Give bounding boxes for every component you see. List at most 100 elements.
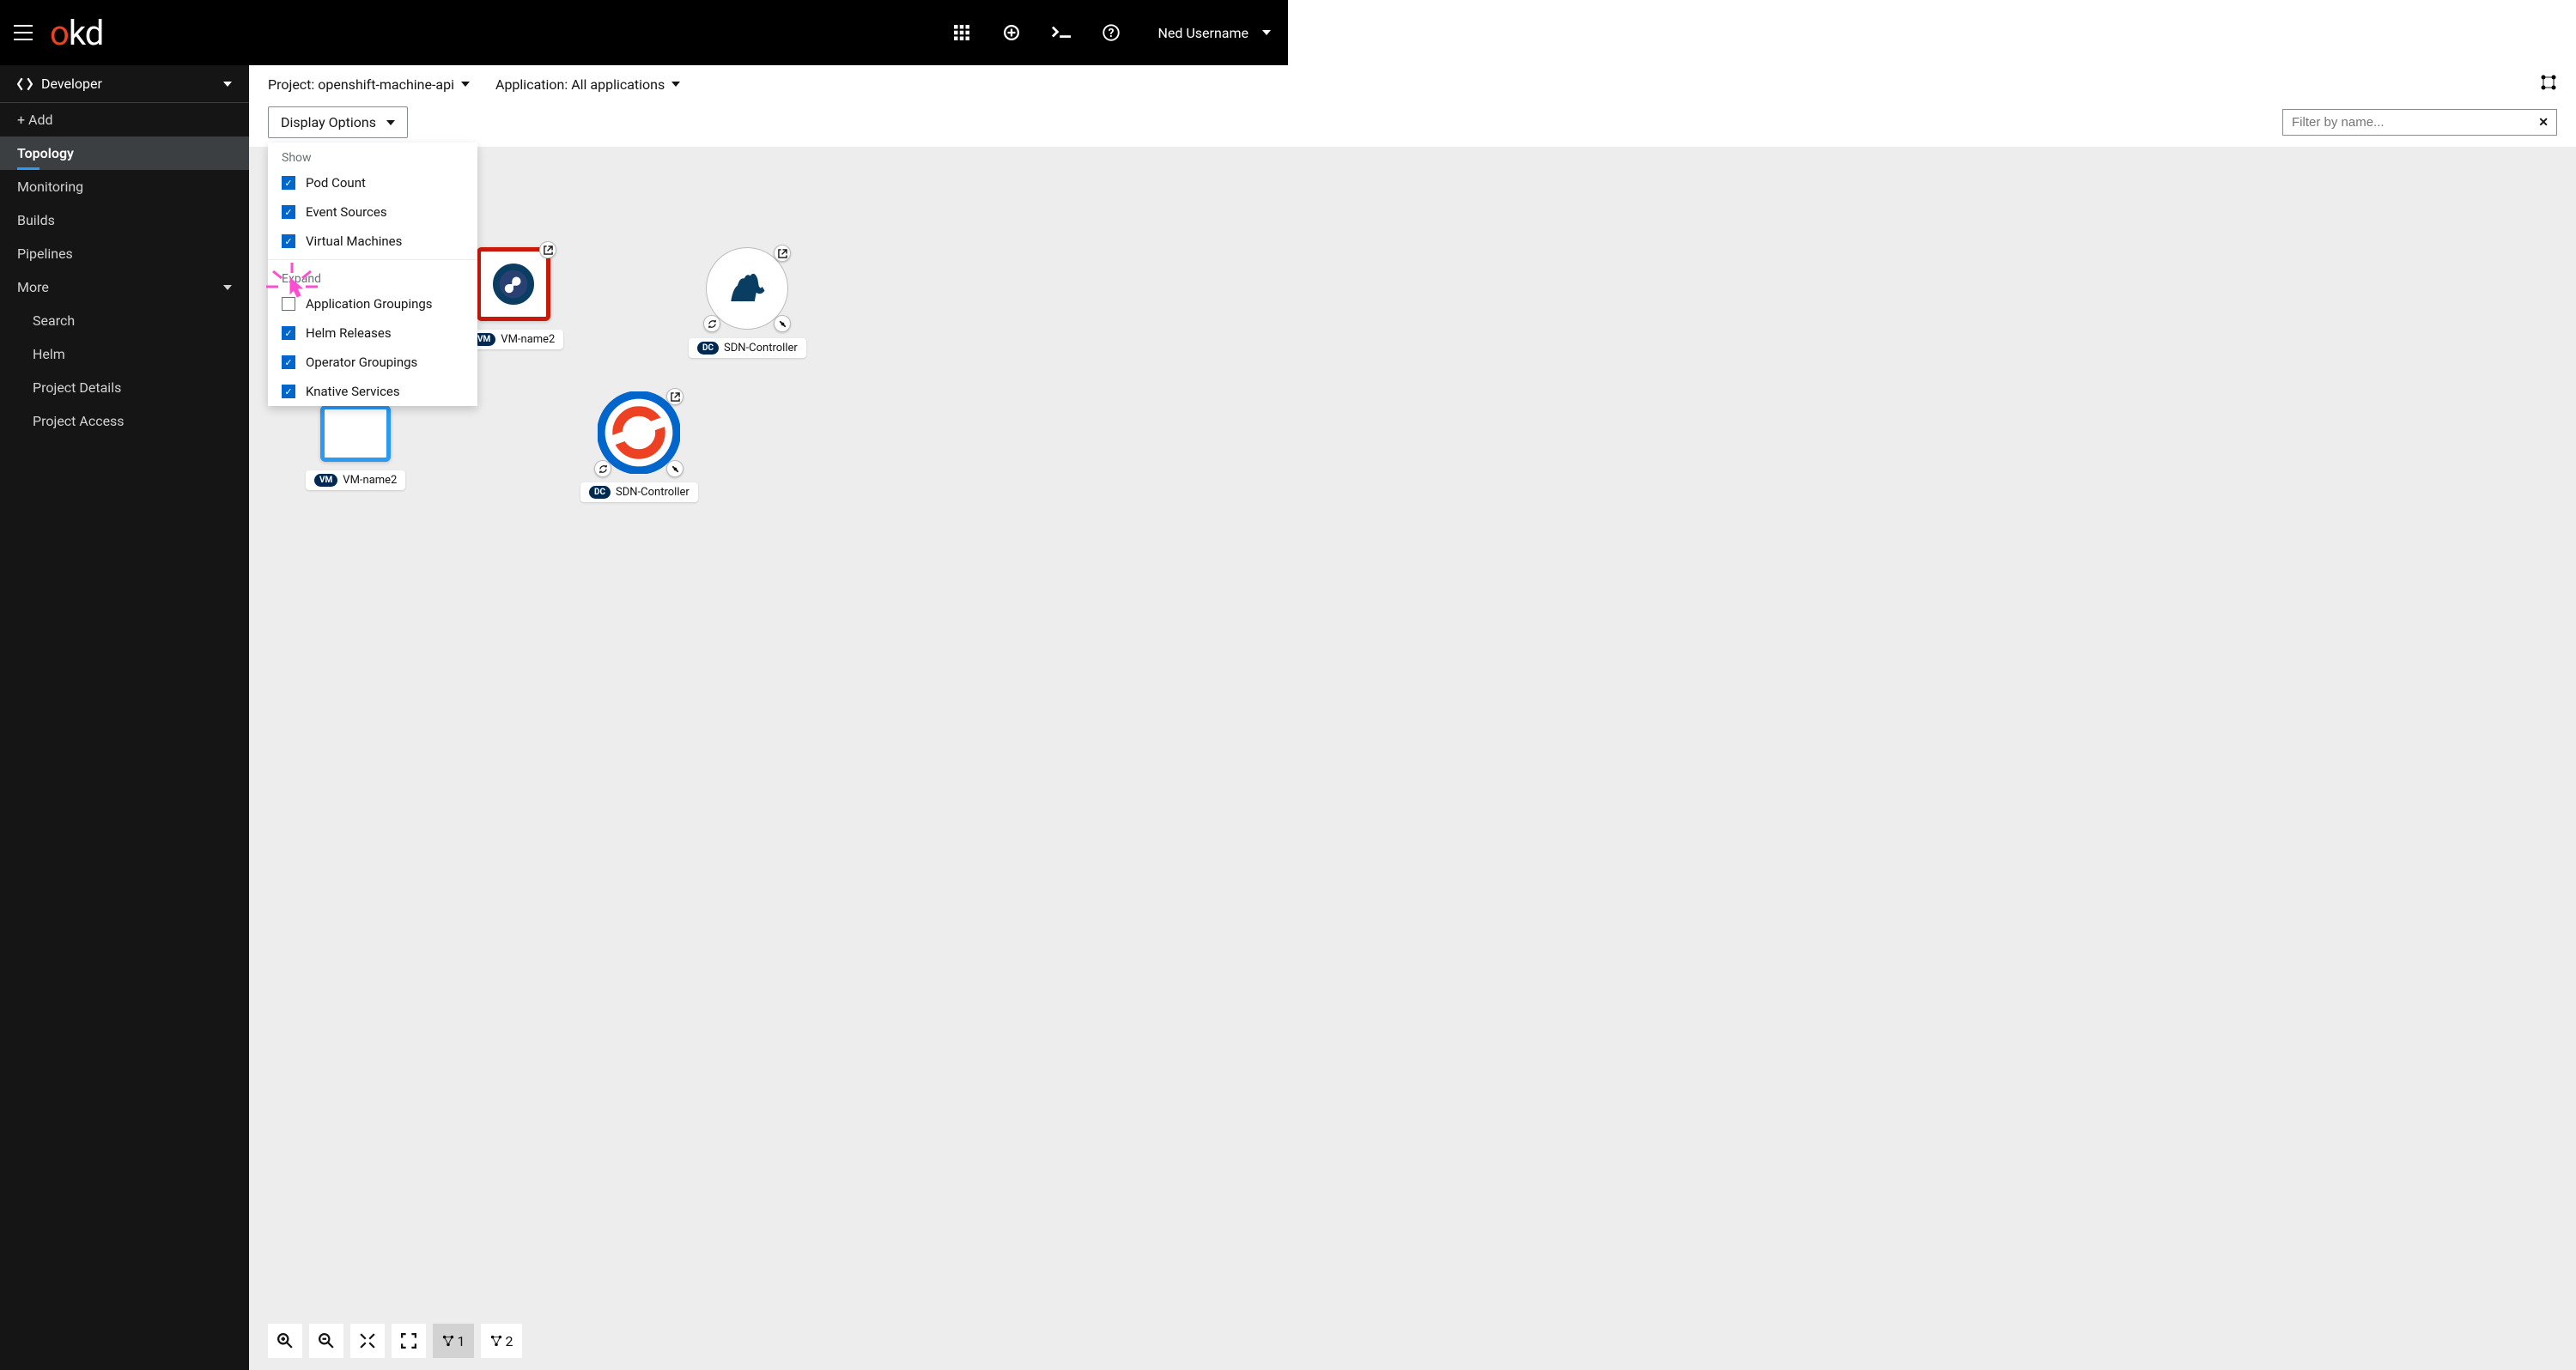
- topology-canvas[interactable]: VM VM-name2 DC S: [249, 148, 2576, 1370]
- edit-source-decorator[interactable]: [774, 315, 791, 332]
- chevron-down-icon: [223, 283, 232, 292]
- layout-number: 2: [506, 1333, 513, 1349]
- nav-item-more[interactable]: More: [0, 270, 249, 304]
- layout-1-button[interactable]: 1: [433, 1324, 474, 1358]
- checkbox-icon[interactable]: [282, 326, 295, 340]
- open-url-decorator[interactable]: [539, 241, 556, 258]
- checkbox-icon[interactable]: [282, 205, 295, 219]
- import-yaml-icon[interactable]: [1002, 23, 1021, 42]
- external-link-icon: [544, 246, 553, 255]
- option-knative-services[interactable]: Knative Services: [268, 377, 477, 406]
- checkbox-icon[interactable]: [282, 355, 295, 369]
- display-options-label: Display Options: [281, 114, 376, 130]
- list-view-toggle[interactable]: [2540, 74, 2557, 94]
- nav-label: Monitoring: [17, 179, 83, 195]
- option-operator-groupings[interactable]: Operator Groupings: [268, 348, 477, 377]
- topology-node-vm-off[interactable]: VM VM-name2: [464, 247, 563, 349]
- user-name: Ned Username: [1158, 25, 1249, 41]
- nav-sub-helm[interactable]: Helm: [0, 337, 249, 371]
- nav-label: Builds: [17, 212, 55, 228]
- nav-sub-project-access[interactable]: Project Access: [0, 404, 249, 438]
- name-filter: ✕: [2282, 109, 2557, 136]
- checkbox-icon[interactable]: [282, 297, 295, 311]
- nav-label: More: [17, 279, 49, 295]
- application-dropdown[interactable]: Application: All applications: [495, 76, 680, 93]
- option-virtual-machines[interactable]: Virtual Machines: [268, 227, 477, 256]
- expand-icon: [401, 1333, 416, 1349]
- build-decorator[interactable]: [703, 315, 720, 332]
- nav-item-monitoring[interactable]: Monitoring: [0, 170, 249, 203]
- perspective-switcher[interactable]: Developer: [0, 65, 249, 103]
- topology-icon: [442, 1335, 454, 1347]
- nav-item-topology[interactable]: Topology: [0, 136, 249, 170]
- option-label: Operator Groupings: [306, 355, 417, 370]
- nav-item-add[interactable]: + Add: [0, 103, 249, 136]
- clear-filter-icon[interactable]: ✕: [2538, 116, 2549, 130]
- zoom-out-button[interactable]: [309, 1324, 343, 1358]
- option-application-groupings[interactable]: Application Groupings: [268, 289, 477, 318]
- option-label: Virtual Machines: [306, 233, 402, 249]
- logo: okd: [50, 13, 103, 53]
- topology-node-sdn2[interactable]: DC SDN-Controller: [580, 391, 698, 502]
- node-name: VM-name2: [343, 474, 397, 487]
- nav-sub-search[interactable]: Search: [0, 304, 249, 337]
- checkbox-icon[interactable]: [282, 385, 295, 398]
- logo-o: o: [50, 13, 69, 53]
- layout-2-button[interactable]: 2: [481, 1324, 522, 1358]
- chevron-down-icon: [1262, 28, 1271, 37]
- node-label[interactable]: DC SDN-Controller: [689, 338, 806, 358]
- external-link-icon: [671, 392, 680, 402]
- project-dropdown[interactable]: Project: openshift-machine-api: [268, 76, 470, 93]
- option-pod-count[interactable]: Pod Count: [268, 168, 477, 197]
- checkbox-icon[interactable]: [282, 234, 295, 248]
- user-menu[interactable]: Ned Username: [1158, 25, 1271, 41]
- edit-source-decorator[interactable]: [666, 460, 683, 477]
- nav-label: Helm: [33, 346, 65, 362]
- node-name: VM-name2: [501, 333, 555, 346]
- nav-label: Project Access: [33, 413, 125, 429]
- node-name: SDN-Controller: [616, 486, 690, 499]
- app-launcher-icon[interactable]: [952, 23, 971, 42]
- masthead: okd ? Ned Username: [0, 0, 1288, 65]
- topology-node-vm-running[interactable]: VM VM-name2: [306, 405, 405, 490]
- open-url-decorator[interactable]: [774, 245, 791, 262]
- filter-bar: Display Options ✕: [249, 103, 2576, 148]
- fit-to-screen-button[interactable]: [350, 1324, 385, 1358]
- help-icon[interactable]: ?: [1102, 23, 1121, 42]
- project-label: Project: openshift-machine-api: [268, 76, 454, 93]
- nav-toggle-button[interactable]: [12, 21, 34, 44]
- terminal-icon[interactable]: [1052, 23, 1071, 42]
- nav-label: Search: [33, 312, 75, 329]
- build-decorator[interactable]: [594, 460, 611, 477]
- zoom-out-icon: [319, 1333, 334, 1349]
- nav-sub-project-details[interactable]: Project Details: [0, 371, 249, 404]
- topology-icon: [490, 1335, 502, 1347]
- nav-item-pipelines[interactable]: Pipelines: [0, 237, 249, 270]
- option-label: Event Sources: [306, 204, 387, 220]
- option-label: Pod Count: [306, 175, 366, 191]
- nav-label: Project Details: [33, 379, 121, 396]
- node-label[interactable]: VM VM-name2: [464, 330, 563, 349]
- option-label: Helm Releases: [306, 325, 392, 341]
- external-link-icon: [778, 249, 787, 258]
- perspective-label: Developer: [41, 76, 102, 92]
- topology-node-sdn1[interactable]: DC SDN-Controller: [689, 247, 806, 358]
- node-label[interactable]: VM VM-name2: [306, 470, 405, 490]
- zoom-toolbar: 1 2: [268, 1324, 522, 1358]
- display-options-button[interactable]: Display Options: [268, 106, 408, 138]
- option-helm-releases[interactable]: Helm Releases: [268, 318, 477, 348]
- sync-icon: [708, 319, 717, 329]
- nav-item-builds[interactable]: Builds: [0, 203, 249, 237]
- open-url-decorator[interactable]: [666, 388, 683, 405]
- zoom-in-button[interactable]: [268, 1324, 302, 1358]
- resource-badge: DC: [589, 486, 611, 499]
- node-label[interactable]: DC SDN-Controller: [580, 482, 698, 502]
- chevron-down-icon: [386, 118, 395, 127]
- reset-view-button[interactable]: [392, 1324, 426, 1358]
- project-bar: Project: openshift-machine-api Applicati…: [249, 65, 2576, 103]
- name-filter-input[interactable]: [2282, 109, 2557, 136]
- checkbox-icon[interactable]: [282, 176, 295, 190]
- resource-badge: DC: [697, 342, 719, 355]
- nav-label: Pipelines: [17, 246, 73, 262]
- option-event-sources[interactable]: Event Sources: [268, 197, 477, 227]
